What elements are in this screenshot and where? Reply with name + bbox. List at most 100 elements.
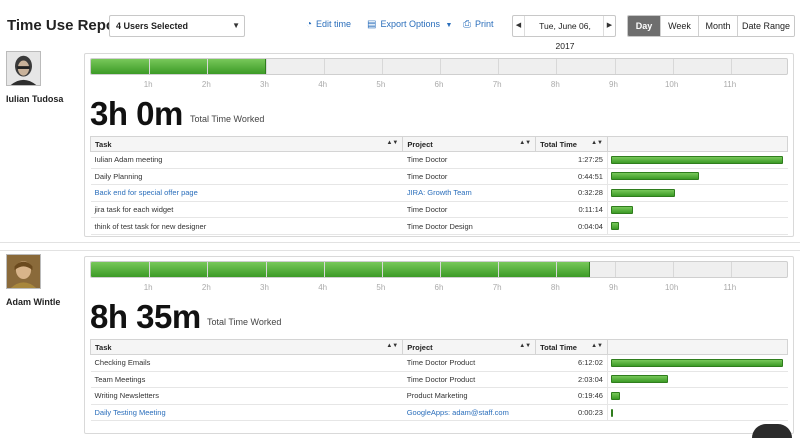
- task-time-bar: [610, 375, 668, 384]
- timeline-gridline: [323, 262, 325, 277]
- task-name: Daily Planning: [90, 168, 403, 186]
- sort-icon: ▲▼: [519, 343, 532, 349]
- column-total-time[interactable]: Total Time ▲▼: [535, 339, 608, 355]
- table-row: Iulian Adam meeting Time Doctor 1:27:25: [90, 151, 788, 169]
- task-time-bar: [610, 391, 620, 400]
- hour-label: 10h: [664, 283, 679, 292]
- task-table: Task ▲▼ Project ▲▼ Total Time ▲▼ Iulian Ada…: [89, 136, 789, 235]
- task-project: Time Doctor: [402, 201, 536, 219]
- table-row: jira task for each widget Time Doctor 0:11…: [90, 201, 788, 219]
- task-time-bar: [610, 188, 675, 197]
- arrow-right-icon[interactable]: ▶: [603, 16, 615, 36]
- task-total-time: 0:19:46: [535, 387, 608, 405]
- hour-label: 7h: [492, 80, 502, 89]
- chevron-down-icon: ▼: [232, 21, 240, 30]
- hour-label: 9h: [609, 283, 618, 292]
- range-week-button[interactable]: Week: [660, 16, 698, 36]
- task-name: Checking Emails: [90, 354, 403, 372]
- date-picker[interactable]: ◀ Tue, June 06, 2017 ▶: [512, 15, 616, 51]
- task-total-time: 0:32:28: [535, 184, 608, 202]
- hour-label: 11h: [723, 80, 737, 89]
- column-total-time[interactable]: Total Time ▲▼: [535, 136, 608, 152]
- hour-label: 1h: [143, 80, 153, 89]
- timeline-gridline: [730, 262, 732, 277]
- range-date-range-button[interactable]: Date Range: [737, 16, 794, 36]
- timeline-gridline: [614, 59, 616, 74]
- task-bar-cell: [607, 387, 788, 405]
- arrow-left-icon[interactable]: ◀: [513, 16, 525, 36]
- timeline-gridline: [556, 59, 558, 74]
- column-project[interactable]: Project ▲▼: [402, 136, 537, 152]
- column-bar: [606, 339, 789, 355]
- export-options-button[interactable]: ▤ Export Options ▼: [367, 19, 452, 30]
- users-select[interactable]: 4 Users Selected ▼: [109, 15, 245, 37]
- sort-icon: ▲▼: [591, 343, 603, 349]
- task-name: Iulian Adam meeting: [90, 151, 403, 169]
- range-day-button[interactable]: Day: [628, 16, 660, 36]
- task-name[interactable]: Daily Testing Meeting: [90, 404, 403, 422]
- export-icon: ▤: [367, 19, 377, 30]
- hour-label: 5h: [376, 80, 386, 89]
- users-select-label: 4 Users Selected: [116, 21, 189, 31]
- range-month-button[interactable]: Month: [698, 16, 737, 36]
- column-project-label: Project: [407, 342, 433, 352]
- avatar: [6, 51, 41, 86]
- user-section: Iulian Tudosa 1h 2h 3h 4h 5h 6h 7h 8h 9h 10h 11h 3…: [0, 48, 800, 243]
- hour-label: 5h: [376, 283, 386, 292]
- report-header: Time Use Report 4 Users Selected ▼ ◔ Edit…: [0, 0, 800, 51]
- hour-label: 6h: [434, 80, 444, 89]
- timeline-gridline: [149, 59, 151, 74]
- task-project: Time Doctor Design: [402, 217, 536, 235]
- print-button[interactable]: ⎙ Print: [463, 19, 494, 30]
- range-selector: Day Week Month Date Range: [627, 15, 795, 37]
- table-row: Back end for special offer page JIRA: Gro…: [90, 184, 788, 202]
- task-time-bar: [610, 172, 699, 181]
- hour-label: 1h: [143, 283, 153, 292]
- hour-labels: 1h 2h 3h 4h 5h 6h 7h 8h 9h 10h 11h: [90, 80, 788, 92]
- table-row: Writing Newsletters Product Marketing 0:19…: [90, 387, 788, 405]
- task-bar-cell: [607, 217, 788, 235]
- column-total-time-label: Total Time: [540, 342, 577, 352]
- column-task-label: Task: [95, 139, 112, 149]
- chat-bubble-icon[interactable]: [752, 424, 792, 438]
- timeline-gridline: [498, 59, 500, 74]
- task-total-time: 0:00:23: [535, 404, 608, 422]
- hour-label: 3h: [260, 283, 269, 292]
- hour-label: 3h: [260, 80, 269, 89]
- task-name[interactable]: Back end for special offer page: [90, 184, 403, 202]
- task-time-bar: [610, 222, 619, 231]
- day-timeline: [90, 261, 788, 278]
- timeline-gridline: [440, 59, 441, 74]
- task-project[interactable]: JIRA: Growth Team: [402, 184, 536, 202]
- task-time-bar: [610, 358, 783, 367]
- task-project: Time Doctor: [402, 151, 536, 169]
- sort-icon: ▲▼: [519, 140, 532, 146]
- task-bar-cell: [607, 371, 788, 389]
- task-project: Time Doctor Product: [402, 354, 536, 372]
- edit-time-button[interactable]: ◔ Edit time: [306, 19, 351, 30]
- timeline-gridline: [730, 59, 732, 74]
- task-total-time: 1:27:25: [535, 151, 608, 169]
- timeline-gridline: [149, 262, 151, 277]
- hour-label: 7h: [492, 283, 502, 292]
- task-bar-cell: [607, 354, 788, 372]
- day-timeline: [90, 58, 788, 75]
- hour-label: 4h: [318, 80, 328, 89]
- user-report-panel: 1h 2h 3h 4h 5h 6h 7h 8h 9h 10h 11h 3h 0m Total Tim…: [84, 53, 794, 237]
- column-project[interactable]: Project ▲▼: [402, 339, 537, 355]
- chevron-down-icon: ▼: [445, 22, 453, 29]
- task-total-time: 2:03:04: [535, 371, 608, 389]
- timeline-gridline: [265, 59, 267, 74]
- task-total-time: 0:04:04: [535, 217, 608, 235]
- column-task[interactable]: Task ▲▼: [89, 339, 404, 355]
- column-bar: [606, 136, 789, 152]
- table-row: Daily Planning Time Doctor 0:44:51: [90, 168, 788, 186]
- hour-labels: 1h 2h 3h 4h 5h 6h 7h 8h 9h 10h 11h: [90, 283, 788, 295]
- task-bar-cell: [607, 151, 788, 169]
- timeline-fill: [91, 59, 266, 74]
- user-section: Adam Wintle 1h 2h 3h 4h 5h 6h 7h 8h 9h 10h 11h 8h …: [0, 250, 800, 438]
- task-total-time: 0:11:14: [535, 201, 608, 219]
- column-task[interactable]: Task ▲▼: [89, 136, 404, 152]
- task-project[interactable]: GoogleApps: adam@staff.com: [402, 404, 536, 422]
- timeline-gridline: [207, 262, 209, 277]
